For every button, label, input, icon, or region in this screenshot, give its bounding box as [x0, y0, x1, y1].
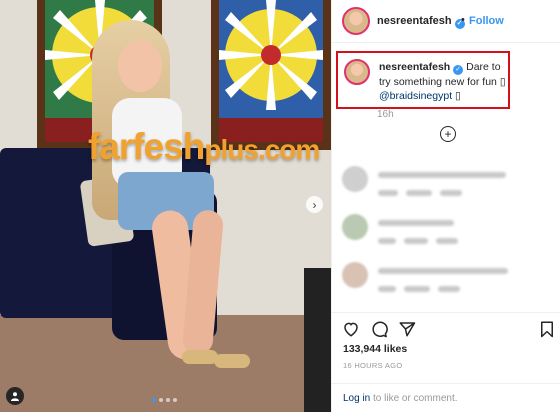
comment-icon[interactable] — [370, 320, 388, 338]
watermark-suffix: plus.com — [204, 134, 320, 165]
post-photo[interactable]: farfeshplus.com › — [0, 0, 331, 412]
carousel-dots — [152, 398, 177, 402]
plus-circle-icon: + — [444, 127, 452, 141]
comment-avatar — [342, 214, 368, 240]
caption-mention[interactable]: @braidsinegypt — [379, 90, 452, 102]
post-actions: 133,944 likes 16 HOURS AGO Log in to lik… — [332, 312, 560, 413]
post-header: nesreentafesh ✓ • Follow — [332, 0, 560, 43]
user-tag-icon — [11, 392, 19, 401]
blurred-comment-meta — [378, 190, 398, 196]
lantern — [304, 268, 331, 412]
avatar[interactable] — [342, 7, 370, 35]
follow-button[interactable]: Follow — [469, 15, 504, 27]
load-more-comments-button[interactable]: + — [440, 126, 456, 142]
heart-icon[interactable] — [342, 320, 360, 338]
blurred-comment-meta — [404, 286, 430, 292]
carousel-dot — [166, 398, 170, 402]
comment-avatar — [342, 166, 368, 192]
comment-item — [342, 262, 552, 302]
caption-glyph: ▯ — [499, 76, 506, 88]
carousel-dot — [159, 398, 163, 402]
blurred-comment-meta — [440, 190, 462, 196]
blurred-comment-meta — [438, 286, 460, 292]
comment-item — [342, 214, 552, 254]
bookmark-icon[interactable] — [538, 320, 556, 338]
blurred-comment-text — [378, 268, 508, 274]
follow-separator: • — [461, 14, 465, 26]
blurred-comment-meta — [404, 238, 428, 244]
user-tag-button[interactable] — [6, 387, 24, 405]
caption-highlight: nesreentafesh ✓ Dare to try something new… — [336, 51, 510, 109]
avatar[interactable] — [344, 59, 370, 85]
carousel-dot — [173, 398, 177, 402]
post-timestamp[interactable]: 16 HOURS AGO — [343, 361, 402, 370]
blurred-comment-text — [378, 172, 506, 178]
login-link[interactable]: Log in — [343, 393, 370, 404]
blurred-comment-meta — [378, 238, 396, 244]
post-side-panel: nesreentafesh ✓ • Follow nesreentafesh ✓ D… — [331, 0, 560, 412]
carousel-next-button[interactable]: › — [306, 196, 323, 213]
verified-icon: ✓ — [453, 65, 464, 75]
header-username[interactable]: nesreentafesh ✓ — [377, 15, 465, 29]
login-prompt-rest: to like or comment. — [370, 393, 458, 404]
sandal — [214, 354, 250, 368]
share-icon[interactable] — [398, 320, 416, 338]
blurred-comment-meta — [436, 238, 458, 244]
carousel-dot — [152, 398, 156, 402]
likes-count[interactable]: 133,944 likes — [343, 343, 407, 355]
watermark-main: farfesh — [88, 126, 205, 167]
blurred-comment-meta — [406, 190, 432, 196]
blurred-comment-text — [378, 220, 454, 226]
caption-glyph: ▯ — [455, 90, 461, 102]
login-prompt: Log in to like or comment. — [343, 393, 458, 404]
comment-avatar — [342, 262, 368, 288]
username-text[interactable]: nesreentafesh — [377, 15, 452, 27]
caption-username[interactable]: nesreentafesh — [379, 61, 450, 73]
blurred-comment-meta — [378, 286, 396, 292]
caption-timestamp[interactable]: 16h — [377, 109, 394, 120]
woman-face — [118, 40, 162, 92]
login-bar: Log in to like or comment. — [332, 383, 560, 414]
caption-text: nesreentafesh ✓ Dare to try something new… — [379, 60, 507, 103]
chevron-right-icon: › — [312, 197, 317, 212]
watermark: farfeshplus.com — [88, 126, 320, 168]
comment-item — [342, 166, 552, 206]
sandal — [182, 350, 218, 364]
